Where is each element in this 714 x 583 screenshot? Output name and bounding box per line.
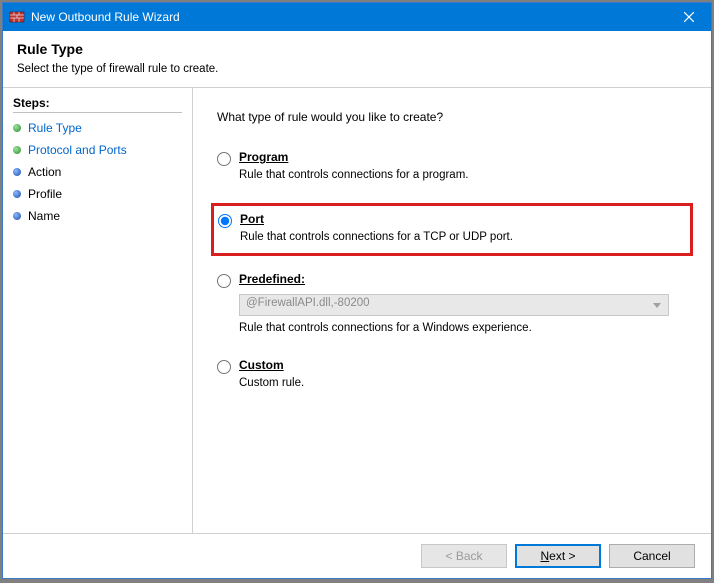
radio-program[interactable] bbox=[217, 152, 231, 166]
option-predefined-desc: Rule that controls connections for a Win… bbox=[239, 322, 683, 334]
page-title: Rule Type bbox=[17, 41, 697, 57]
option-program: Program Rule that controls connections f… bbox=[217, 148, 687, 187]
bullet-icon bbox=[13, 168, 21, 176]
predefined-dropdown-value: @FirewallAPI.dll,-80200 bbox=[246, 297, 370, 309]
steps-sidebar: Steps: Rule Type Protocol and Ports Acti… bbox=[3, 88, 193, 533]
steps-heading: Steps: bbox=[13, 96, 182, 113]
wizard-content: What type of rule would you like to crea… bbox=[193, 88, 711, 533]
predefined-dropdown[interactable]: @FirewallAPI.dll,-80200 bbox=[239, 294, 669, 316]
step-label: Action bbox=[28, 165, 61, 179]
step-name[interactable]: Name bbox=[13, 205, 182, 227]
rule-type-options: Program Rule that controls connections f… bbox=[217, 148, 687, 411]
wizard-footer: < Back Next > Cancel bbox=[3, 533, 711, 578]
step-protocol-and-ports[interactable]: Protocol and Ports bbox=[13, 139, 182, 161]
step-action[interactable]: Action bbox=[13, 161, 182, 183]
radio-custom[interactable] bbox=[217, 360, 231, 374]
step-label: Name bbox=[28, 209, 60, 223]
step-profile[interactable]: Profile bbox=[13, 183, 182, 205]
bullet-icon bbox=[13, 124, 21, 132]
option-custom-label: Custom bbox=[239, 358, 284, 372]
page-subtitle: Select the type of firewall rule to crea… bbox=[17, 63, 697, 75]
option-custom-row[interactable]: Custom bbox=[217, 358, 683, 374]
wizard-window: New Outbound Rule Wizard Rule Type Selec… bbox=[2, 2, 712, 579]
option-port-label: Port bbox=[240, 212, 264, 226]
next-button[interactable]: Next > bbox=[515, 544, 601, 568]
option-program-desc: Rule that controls connections for a pro… bbox=[239, 169, 683, 181]
option-program-label: Program bbox=[239, 150, 288, 164]
step-rule-type[interactable]: Rule Type bbox=[13, 117, 182, 139]
wizard-header: Rule Type Select the type of firewall ru… bbox=[3, 31, 711, 88]
radio-predefined[interactable] bbox=[217, 274, 231, 288]
step-label: Protocol and Ports bbox=[28, 143, 127, 157]
bullet-icon bbox=[13, 212, 21, 220]
step-label: Rule Type bbox=[28, 121, 82, 135]
firewall-icon bbox=[9, 9, 25, 25]
option-predefined-row[interactable]: Predefined: bbox=[217, 272, 683, 288]
radio-port[interactable] bbox=[218, 214, 232, 228]
close-button[interactable] bbox=[666, 3, 711, 31]
bullet-icon bbox=[13, 146, 21, 154]
option-predefined-label: Predefined: bbox=[239, 272, 305, 286]
option-program-row[interactable]: Program bbox=[217, 150, 683, 166]
bullet-icon bbox=[13, 190, 21, 198]
option-port-desc: Rule that controls connections for a TCP… bbox=[240, 231, 580, 243]
titlebar: New Outbound Rule Wizard bbox=[3, 3, 711, 31]
option-custom: Custom Custom rule. bbox=[217, 356, 687, 395]
step-label: Profile bbox=[28, 187, 62, 201]
wizard-body: Steps: Rule Type Protocol and Ports Acti… bbox=[3, 88, 711, 533]
cancel-button[interactable]: Cancel bbox=[609, 544, 695, 568]
option-predefined: Predefined: @FirewallAPI.dll,-80200 Rule… bbox=[217, 270, 687, 340]
option-custom-desc: Custom rule. bbox=[239, 377, 683, 389]
option-port: Port Rule that controls connections for … bbox=[211, 203, 693, 256]
option-port-row[interactable]: Port bbox=[218, 212, 580, 228]
back-button: < Back bbox=[421, 544, 507, 568]
close-icon bbox=[684, 12, 694, 22]
window-title: New Outbound Rule Wizard bbox=[31, 10, 666, 24]
content-prompt: What type of rule would you like to crea… bbox=[217, 110, 687, 124]
